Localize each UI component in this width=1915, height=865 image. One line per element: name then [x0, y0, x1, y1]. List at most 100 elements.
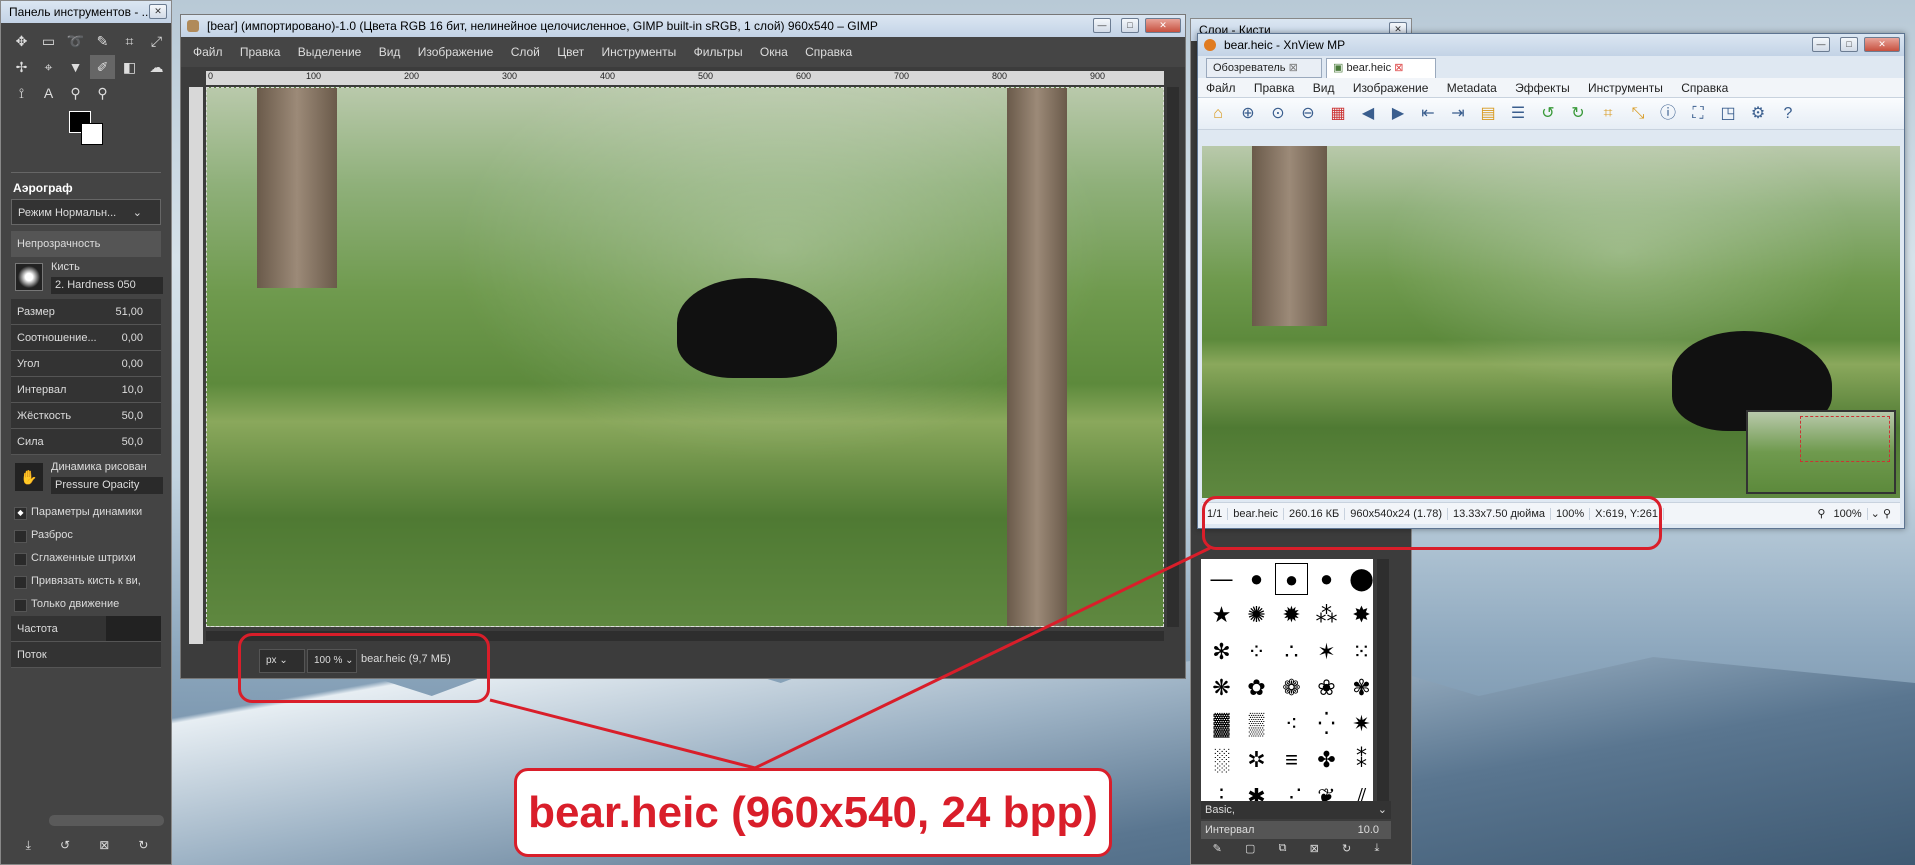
delete-brush-icon[interactable]: ⊠: [1310, 842, 1319, 862]
fuzzy-select-icon[interactable]: ✎: [90, 29, 115, 53]
opacity-slider[interactable]: Непрозрачность: [11, 231, 161, 257]
warp-icon[interactable]: ✢: [9, 55, 34, 79]
cage-icon[interactable]: ⌖: [36, 55, 61, 79]
brush-item[interactable]: ✸: [1345, 599, 1378, 631]
flow-slider[interactable]: Поток: [11, 642, 161, 668]
settings-icon[interactable]: ⚙: [1746, 102, 1770, 126]
xn-close-button[interactable]: ✕: [1864, 37, 1900, 52]
menu-view[interactable]: Вид: [379, 45, 401, 59]
brush-scrollbar[interactable]: [1377, 559, 1389, 819]
menu-windows[interactable]: Окна: [760, 45, 788, 59]
zoom-fit-icon[interactable]: ⊙: [1266, 102, 1290, 126]
capture-icon[interactable]: ◳: [1716, 102, 1740, 126]
xnview-image[interactable]: [1202, 146, 1900, 498]
dynamics-options-checkbox[interactable]: Параметры динамики: [11, 501, 161, 524]
menu-tools[interactable]: Инструменты: [601, 45, 676, 59]
menu-layer[interactable]: Слой: [511, 45, 540, 59]
crop-icon[interactable]: ⌗: [117, 29, 142, 53]
reset-icon[interactable]: ↻: [138, 838, 148, 860]
maximize-button[interactable]: □: [1121, 18, 1139, 33]
slideshow-icon[interactable]: ▤: [1476, 102, 1500, 126]
bucket-icon[interactable]: ▼: [63, 55, 88, 79]
browser-icon[interactable]: ⌂: [1206, 102, 1230, 126]
brush-item[interactable]: ★: [1205, 599, 1238, 631]
minimize-button[interactable]: —: [1093, 18, 1111, 33]
brush-item[interactable]: ✿: [1240, 672, 1273, 704]
bg-color-swatch[interactable]: [81, 123, 103, 145]
rotate-right-icon[interactable]: ↻: [1566, 102, 1590, 126]
param-angle[interactable]: Угол 0,00: [11, 351, 161, 377]
xn-menu-effects[interactable]: Эффекты: [1515, 81, 1570, 95]
brush-item[interactable]: ≡: [1275, 744, 1308, 776]
menu-file[interactable]: Файл: [193, 45, 223, 59]
brush-item[interactable]: ❋: [1205, 672, 1238, 704]
motion-only-checkbox[interactable]: Только движение: [11, 593, 161, 616]
navigator-thumbnail[interactable]: [1746, 410, 1896, 494]
adjust-icon[interactable]: ☰: [1506, 102, 1530, 126]
tab-browser[interactable]: Обозреватель ⊠: [1206, 58, 1322, 78]
brush-item[interactable]: ✻: [1205, 636, 1238, 668]
toolbox-close-button[interactable]: ✕: [149, 4, 167, 19]
brush-item[interactable]: ✲: [1240, 744, 1273, 776]
new-brush-icon[interactable]: ▢: [1245, 842, 1255, 862]
menu-select[interactable]: Выделение: [298, 45, 362, 59]
info-icon[interactable]: ⓘ: [1656, 102, 1680, 126]
menu-image[interactable]: Изображение: [418, 45, 494, 59]
brush-item[interactable]: ⁂: [1310, 599, 1343, 631]
brush-item[interactable]: ▒: [1240, 708, 1273, 740]
jitter-checkbox[interactable]: Разброс: [11, 524, 161, 547]
brush-item[interactable]: ✺: [1240, 599, 1273, 631]
airbrush-icon[interactable]: ✐: [90, 55, 115, 79]
picker-icon[interactable]: ⚲: [63, 81, 88, 105]
param-spacing[interactable]: Интервал 10,0: [11, 377, 161, 403]
smudge-icon[interactable]: ☁: [144, 55, 169, 79]
gimp-canvas-image[interactable]: [206, 87, 1164, 627]
transform-icon[interactable]: ⤢: [144, 29, 169, 53]
brush-item[interactable]: ░: [1205, 744, 1238, 776]
edit-brush-icon[interactable]: ✎: [1213, 842, 1222, 862]
close-icon[interactable]: ⊠: [1289, 62, 1298, 74]
brush-item[interactable]: ⬤: [1345, 563, 1378, 595]
xn-maximize-button[interactable]: □: [1840, 37, 1858, 52]
save-preset-icon[interactable]: ⤓: [26, 838, 31, 860]
brush-item[interactable]: ▓: [1205, 708, 1238, 740]
xn-menu-file[interactable]: Файл: [1206, 81, 1236, 95]
toolbox-scrollbar[interactable]: [49, 815, 164, 826]
next-icon[interactable]: ▶: [1386, 102, 1410, 126]
brush-item[interactable]: ✾: [1345, 672, 1378, 704]
brush-item[interactable]: ⁛: [1310, 708, 1343, 740]
delete-icon[interactable]: ⊠: [99, 838, 109, 860]
brush-item[interactable]: ●: [1310, 563, 1343, 595]
brush-row[interactable]: Кисть 2. Hardness 050: [11, 259, 163, 297]
mode-select[interactable]: Режим Нормальн... ⌄: [11, 199, 161, 225]
brush-item[interactable]: ⁖: [1275, 708, 1308, 740]
dynamics-value[interactable]: Pressure Opacity: [51, 477, 163, 494]
rect-select-icon[interactable]: ▭: [36, 29, 61, 53]
navigator-viewport[interactable]: [1800, 416, 1890, 462]
brush-item[interactable]: ✹: [1275, 599, 1308, 631]
brush-item[interactable]: ⁑: [1345, 744, 1378, 776]
brush-item[interactable]: ✤: [1310, 744, 1343, 776]
brush-item[interactable]: ✷: [1345, 708, 1378, 740]
xn-menu-image[interactable]: Изображение: [1353, 81, 1429, 95]
param-size[interactable]: Размер 51,00: [11, 299, 161, 325]
preset-select[interactable]: Basic, ⌄: [1201, 801, 1391, 819]
eraser-icon[interactable]: ◧: [117, 55, 142, 79]
interval-slider[interactable]: Интервал 10.0: [1201, 821, 1391, 839]
xn-menu-help[interactable]: Справка: [1681, 81, 1728, 95]
brush-item[interactable]: ✶: [1310, 636, 1343, 668]
move-tool-icon[interactable]: ✥: [9, 29, 34, 53]
lasso-icon[interactable]: ➰: [63, 29, 88, 53]
xn-menu-metadata[interactable]: Metadata: [1447, 81, 1497, 95]
brush-item[interactable]: ❁: [1275, 672, 1308, 704]
last-icon[interactable]: ⇥: [1446, 102, 1470, 126]
xn-menu-edit[interactable]: Правка: [1254, 81, 1295, 95]
fullscreen-icon[interactable]: ⛶: [1686, 102, 1710, 126]
color-swatches[interactable]: [69, 111, 171, 159]
duplicate-brush-icon[interactable]: ⧉: [1279, 842, 1287, 862]
close-icon[interactable]: ⊠: [1394, 62, 1403, 74]
menu-color[interactable]: Цвет: [557, 45, 584, 59]
refresh-brush-icon[interactable]: ↻: [1342, 842, 1351, 862]
crop-icon[interactable]: ⌗: [1596, 102, 1620, 126]
param-aspect[interactable]: Соотношение... 0,00: [11, 325, 161, 351]
